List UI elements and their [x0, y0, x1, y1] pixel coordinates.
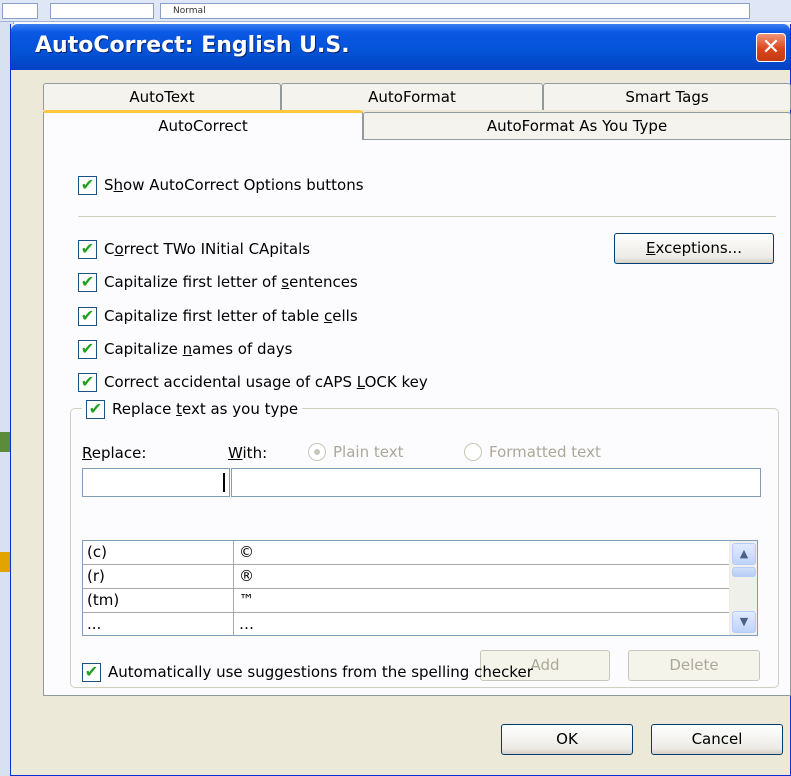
background-toolbar: Normal	[0, 0, 791, 22]
table-row[interactable]: ... …	[83, 613, 729, 637]
scroll-thumb[interactable]	[732, 567, 756, 577]
radio-label: Formatted text	[489, 443, 601, 461]
delete-button[interactable]: Delete	[628, 650, 760, 681]
with-cell: ®	[239, 567, 254, 585]
with-input[interactable]	[231, 468, 761, 497]
exceptions-button[interactable]: Exceptions...	[614, 233, 774, 264]
checkbox-box[interactable]: ✔	[78, 339, 97, 359]
tab-autoformat-as-you-type[interactable]: AutoFormat As You Type	[363, 112, 791, 139]
scroll-down-button[interactable]: ▼	[732, 611, 756, 633]
replace-cell: (c)	[83, 541, 234, 564]
checkmark-icon: ✔	[80, 306, 95, 325]
tab-autotext[interactable]: AutoText	[43, 83, 281, 110]
checkbox-box[interactable]: ✔	[78, 239, 97, 259]
radio-dot	[314, 449, 320, 455]
replace-cell: ...	[83, 613, 234, 636]
replace-label: Replace:	[82, 444, 147, 462]
capitalize-sentences-checkbox[interactable]: ✔ Capitalize first letter of sentences	[78, 271, 358, 293]
checkbox-label: Show AutoCorrect Options buttons	[104, 176, 364, 194]
separator	[78, 216, 776, 217]
cancel-button[interactable]: Cancel	[651, 724, 783, 755]
background-toolbar-button	[2, 3, 38, 19]
ok-button[interactable]: OK	[501, 724, 633, 755]
checkbox-box[interactable]: ✔	[78, 272, 97, 292]
checkbox-box[interactable]: ✔	[78, 306, 97, 326]
close-icon: ✕	[761, 35, 781, 60]
checkbox-label: Correct accidental usage of cAPS LOCK ke…	[104, 373, 428, 391]
with-label: With:	[228, 444, 268, 462]
checkmark-icon: ✔	[80, 239, 95, 258]
with-cell: ©	[239, 543, 254, 561]
autocorrect-dialog: AutoCorrect: English U.S. ✕ AutoText Aut…	[10, 24, 791, 776]
spelling-suggestions-checkbox[interactable]: ✔ Automatically use suggestions from the…	[82, 661, 533, 683]
formatted-text-radio[interactable]: Formatted text	[464, 443, 601, 461]
with-cell: …	[239, 615, 254, 633]
checkmark-icon: ✔	[80, 175, 95, 194]
list-scrollbar[interactable]: ▲ ▼	[729, 541, 757, 635]
checkbox-box[interactable]: ✔	[86, 399, 105, 419]
background-style-box: Normal	[160, 3, 750, 19]
radio-circle[interactable]	[464, 443, 482, 461]
replace-cell: (r)	[83, 565, 234, 588]
replace-input[interactable]	[82, 468, 230, 497]
replace-text-checkbox[interactable]: ✔ Replace text as you type	[82, 398, 303, 420]
autocorrect-panel: ✔ Show AutoCorrect Options buttons ✔ Cor…	[43, 139, 791, 696]
chevron-up-icon: ▲	[739, 547, 749, 560]
correct-two-initials-checkbox[interactable]: ✔ Correct TWo INitial CApitals	[78, 238, 310, 260]
checkbox-box[interactable]: ✔	[82, 662, 101, 682]
text-cursor	[223, 473, 225, 492]
background-toolbar-button	[50, 3, 154, 19]
scroll-up-button[interactable]: ▲	[732, 543, 756, 565]
plain-text-radio[interactable]: Plain text	[308, 443, 403, 461]
capitalize-days-checkbox[interactable]: ✔ Capitalize names of days	[78, 338, 292, 360]
table-row[interactable]: (c) ©	[83, 541, 729, 565]
radio-circle[interactable]	[308, 443, 326, 461]
checkmark-icon: ✔	[80, 372, 95, 391]
capitalize-table-cells-checkbox[interactable]: ✔ Capitalize first letter of table cells	[78, 305, 358, 327]
tab-smart-tags[interactable]: Smart Tags	[543, 83, 791, 110]
checkbox-label: Automatically use suggestions from the s…	[108, 663, 533, 681]
close-button[interactable]: ✕	[756, 33, 786, 62]
with-cell: ™	[239, 591, 254, 609]
table-row[interactable]: (r) ®	[83, 565, 729, 589]
checkbox-box[interactable]: ✔	[78, 175, 97, 195]
checkmark-icon: ✔	[80, 272, 95, 291]
chevron-down-icon: ▼	[739, 615, 749, 628]
checkbox-label: Capitalize first letter of sentences	[104, 273, 358, 291]
show-options-checkbox[interactable]: ✔ Show AutoCorrect Options buttons	[78, 174, 364, 196]
checkbox-label: Capitalize first letter of table cells	[104, 307, 358, 325]
checkmark-icon: ✔	[88, 399, 103, 418]
replace-cell: (tm)	[83, 589, 234, 612]
title-bar[interactable]: AutoCorrect: English U.S. ✕	[11, 24, 790, 70]
checkbox-label: Correct TWo INitial CApitals	[104, 240, 311, 258]
caps-lock-checkbox[interactable]: ✔ Correct accidental usage of cAPS LOCK …	[78, 371, 428, 393]
tab-autoformat[interactable]: AutoFormat	[281, 83, 543, 110]
table-row[interactable]: (tm) ™	[83, 589, 729, 613]
checkmark-icon: ✔	[80, 339, 95, 358]
checkbox-box[interactable]: ✔	[78, 372, 97, 392]
dialog-title: AutoCorrect: English U.S.	[35, 33, 350, 58]
checkbox-label: Capitalize names of days	[104, 340, 293, 358]
tab-autocorrect[interactable]: AutoCorrect	[43, 110, 363, 140]
radio-label: Plain text	[333, 443, 404, 461]
checkmark-icon: ✔	[84, 662, 99, 681]
replacements-list[interactable]: (c) © (r) ® (tm) ™ ... … ▲ ▼	[82, 540, 758, 636]
checkbox-label: Replace text as you type	[112, 400, 299, 418]
